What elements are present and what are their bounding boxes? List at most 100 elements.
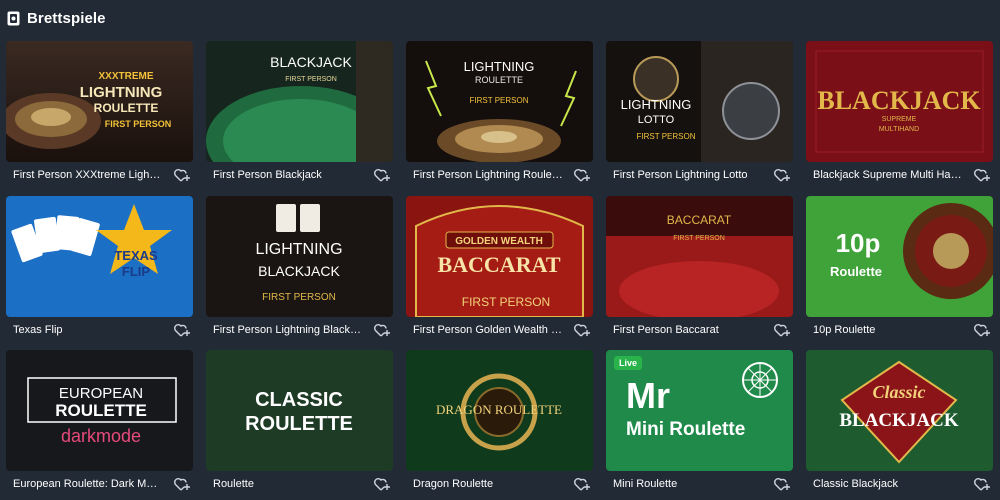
svg-text:MULTIHAND: MULTIHAND <box>879 126 919 133</box>
game-thumbnail[interactable]: BLACKJACK FIRST PERSON <box>206 41 393 162</box>
game-thumbnail[interactable]: XXXTREME LIGHTNING ROULETTE FIRST PERSON <box>6 41 193 162</box>
svg-text:Roulette: Roulette <box>830 264 882 279</box>
game-card-first-person-lightning-roulette[interactable]: LIGHTNING ROULETTE FIRST PERSON First Pe… <box>406 41 593 191</box>
game-card-classic-blackjack[interactable]: Classic BLACKJACK Classic Blackjack <box>806 350 993 500</box>
svg-text:BACCARAT: BACCARAT <box>667 213 732 227</box>
game-thumbnail[interactable]: TEXAS FLIP <box>6 196 193 317</box>
game-title[interactable]: Texas Flip <box>13 324 163 336</box>
heart-plus-icon[interactable] <box>173 166 191 184</box>
svg-text:LIGHTNING: LIGHTNING <box>621 97 692 112</box>
svg-text:XXXTREME: XXXTREME <box>98 71 153 82</box>
svg-text:FIRST PERSON: FIRST PERSON <box>285 76 337 83</box>
heart-plus-icon[interactable] <box>773 321 791 339</box>
heart-plus-icon[interactable] <box>773 475 791 493</box>
svg-text:GOLDEN WEALTH: GOLDEN WEALTH <box>455 236 543 247</box>
game-thumbnail[interactable]: DRAGON ROULETTE <box>406 350 593 471</box>
heart-plus-icon[interactable] <box>973 166 991 184</box>
game-card-blackjack-supreme-multihand[interactable]: BLACKJACK SUPREME MULTIHAND Blackjack Su… <box>806 41 993 191</box>
heart-plus-icon[interactable] <box>373 321 391 339</box>
game-title[interactable]: Dragon Roulette <box>413 478 563 490</box>
svg-text:BLACKJACK: BLACKJACK <box>258 263 340 279</box>
svg-text:FIRST PERSON: FIRST PERSON <box>105 119 172 129</box>
svg-text:LOTTO: LOTTO <box>638 114 675 126</box>
svg-text:ROULETTE: ROULETTE <box>245 413 353 435</box>
heart-plus-icon[interactable] <box>573 321 591 339</box>
game-card-european-roulette-dark-mode[interactable]: EUROPEAN ROULETTE darkmode European Roul… <box>6 350 193 500</box>
game-card-texas-flip[interactable]: TEXAS FLIP Texas Flip <box>6 196 193 346</box>
game-title[interactable]: First Person Lightning Blackja… <box>213 324 363 336</box>
game-thumbnail[interactable]: CLASSIC ROULETTE <box>206 350 393 471</box>
svg-text:LIGHTNING: LIGHTNING <box>80 84 163 101</box>
game-card-roulette[interactable]: CLASSIC ROULETTE Roulette <box>206 350 393 500</box>
game-thumbnail[interactable]: GOLDEN WEALTH BACCARAT FIRST PERSON <box>406 196 593 317</box>
game-title[interactable]: Classic Blackjack <box>813 478 963 490</box>
svg-text:Mr: Mr <box>626 375 670 416</box>
game-title[interactable]: Blackjack Supreme Multi Han… <box>813 169 963 181</box>
game-thumbnail[interactable]: LIGHTNING BLACKJACK FIRST PERSON <box>206 196 393 317</box>
board-games-icon <box>7 11 20 26</box>
svg-text:LIGHTNING: LIGHTNING <box>464 59 535 74</box>
section-header: Brettspiele <box>7 8 106 28</box>
svg-text:Mini Roulette: Mini Roulette <box>626 419 745 440</box>
svg-text:BLACKJACK: BLACKJACK <box>270 54 352 70</box>
svg-text:FIRST PERSON: FIRST PERSON <box>673 235 725 242</box>
svg-text:FIRST PERSON: FIRST PERSON <box>462 295 550 309</box>
svg-text:LIGHTNING: LIGHTNING <box>255 241 342 258</box>
game-title[interactable]: First Person Blackjack <box>213 169 363 181</box>
heart-plus-icon[interactable] <box>573 166 591 184</box>
svg-text:FIRST PERSON: FIRST PERSON <box>262 292 336 303</box>
game-card-first-person-baccarat[interactable]: BACCARAT FIRST PERSON First Person Bacca… <box>606 196 793 346</box>
game-thumbnail[interactable]: 10p Roulette <box>806 196 993 317</box>
game-thumbnail[interactable]: BACCARAT FIRST PERSON <box>606 196 793 317</box>
game-thumbnail[interactable]: BLACKJACK SUPREME MULTIHAND <box>806 41 993 162</box>
game-title[interactable]: First Person Lightning Roulette <box>413 169 563 181</box>
svg-text:10p: 10p <box>836 228 881 258</box>
game-card-10p-roulette[interactable]: 10p Roulette 10p Roulette <box>806 196 993 346</box>
game-card-first-person-lightning-lotto[interactable]: LIGHTNING LOTTO FIRST PERSON First Perso… <box>606 41 793 191</box>
svg-text:ROULETTE: ROULETTE <box>55 401 147 420</box>
svg-text:BLACKJACK: BLACKJACK <box>817 86 981 115</box>
game-card-xxxtreme-lightning-roulette[interactable]: XXXTREME LIGHTNING ROULETTE FIRST PERSON… <box>6 41 193 191</box>
game-title[interactable]: First Person Golden Wealth B… <box>413 324 563 336</box>
game-thumbnail[interactable]: LIGHTNING ROULETTE FIRST PERSON <box>406 41 593 162</box>
svg-text:BLACKJACK: BLACKJACK <box>839 410 959 431</box>
heart-plus-icon[interactable] <box>973 321 991 339</box>
heart-plus-icon[interactable] <box>373 475 391 493</box>
game-title[interactable]: Mini Roulette <box>613 478 763 490</box>
heart-plus-icon[interactable] <box>173 321 191 339</box>
game-card-mini-roulette[interactable]: Mr Mini Roulette Live Mini Roulette <box>606 350 793 500</box>
game-title[interactable]: European Roulette: Dark Mode <box>13 478 163 490</box>
game-card-first-person-lightning-blackjack[interactable]: LIGHTNING BLACKJACK FIRST PERSON First P… <box>206 196 393 346</box>
heart-plus-icon[interactable] <box>773 166 791 184</box>
game-card-golden-wealth-baccarat[interactable]: GOLDEN WEALTH BACCARAT FIRST PERSON Firs… <box>406 196 593 346</box>
game-thumbnail[interactable]: Classic BLACKJACK <box>806 350 993 471</box>
section-title: Brettspiele <box>27 9 106 27</box>
svg-text:TEXAS: TEXAS <box>114 248 158 263</box>
svg-text:darkmode: darkmode <box>61 426 141 446</box>
game-thumbnail[interactable]: EUROPEAN ROULETTE darkmode <box>6 350 193 471</box>
game-title[interactable]: First Person Baccarat <box>613 324 763 336</box>
heart-plus-icon[interactable] <box>973 475 991 493</box>
svg-text:DRAGON ROULETTE: DRAGON ROULETTE <box>436 402 562 417</box>
svg-text:ROULETTE: ROULETTE <box>475 75 523 85</box>
svg-text:ROULETTE: ROULETTE <box>94 101 159 115</box>
svg-text:FLIP: FLIP <box>122 264 150 279</box>
heart-plus-icon[interactable] <box>173 475 191 493</box>
svg-text:EUROPEAN: EUROPEAN <box>59 385 143 402</box>
game-title[interactable]: First Person XXXtreme Lightn… <box>13 169 163 181</box>
svg-text:CLASSIC: CLASSIC <box>255 389 343 411</box>
heart-plus-icon[interactable] <box>373 166 391 184</box>
svg-text:BACCARAT: BACCARAT <box>437 252 560 277</box>
game-title[interactable]: Roulette <box>213 478 363 490</box>
game-title[interactable]: First Person Lightning Lotto <box>613 169 763 181</box>
heart-plus-icon[interactable] <box>573 475 591 493</box>
svg-text:Classic: Classic <box>872 382 925 402</box>
game-title[interactable]: 10p Roulette <box>813 324 963 336</box>
svg-text:SUPREME: SUPREME <box>882 116 917 123</box>
game-card-dragon-roulette[interactable]: DRAGON ROULETTE Dragon Roulette <box>406 350 593 500</box>
game-card-first-person-blackjack[interactable]: BLACKJACK FIRST PERSON First Person Blac… <box>206 41 393 191</box>
game-thumbnail[interactable]: Mr Mini Roulette Live <box>606 350 793 471</box>
game-thumbnail[interactable]: LIGHTNING LOTTO FIRST PERSON <box>606 41 793 162</box>
svg-text:FIRST PERSON: FIRST PERSON <box>470 96 529 105</box>
live-badge: Live <box>614 356 643 370</box>
